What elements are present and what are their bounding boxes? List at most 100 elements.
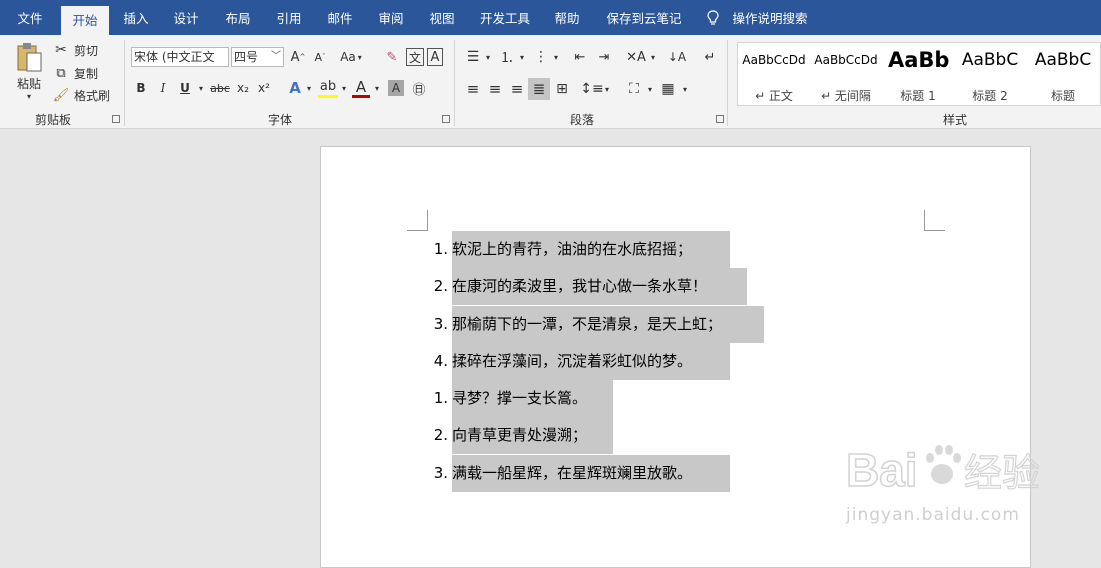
character-shading-icon[interactable]: A xyxy=(388,80,404,96)
margin-corner-mark xyxy=(407,210,428,231)
decrease-indent-icon[interactable]: ⇤ xyxy=(570,47,590,67)
numbering-icon[interactable]: ⒈ xyxy=(497,47,517,67)
paragraph-shading-icon[interactable]: ⛶ xyxy=(624,79,644,99)
character-border-icon[interactable]: A xyxy=(427,48,443,66)
align-left-icon[interactable]: ≡ xyxy=(463,79,483,99)
selected-text[interactable]: 揉碎在浮藻间，沉淀着彩虹似的梦。 xyxy=(452,343,730,380)
underline-button[interactable]: U xyxy=(177,79,193,97)
style-heading-1[interactable]: AaBb 标题 1 xyxy=(882,43,950,105)
style-name: ↵ 正文 xyxy=(755,89,793,103)
bold-button[interactable]: B xyxy=(133,79,149,97)
highlight-color-icon[interactable]: ab xyxy=(318,78,338,98)
list-number: 1. xyxy=(433,240,448,258)
copy-button[interactable]: 复制 xyxy=(72,64,100,82)
list-number: 2. xyxy=(433,277,448,295)
paste-dropdown-icon[interactable]: ▾ xyxy=(24,91,34,101)
styles-gallery[interactable]: AaBbCcDd ↵ 正文 AaBbCcDd ↵ 无间隔 AaBb 标题 1 A… xyxy=(737,42,1101,106)
style-normal[interactable]: AaBbCcDd ↵ 正文 xyxy=(738,43,810,105)
align-center-icon[interactable]: ≡ xyxy=(485,79,505,99)
tab-review[interactable]: 审阅 xyxy=(370,0,412,35)
tab-file[interactable]: 文件 xyxy=(5,0,55,35)
list-text: 向青草更青处漫溯； xyxy=(452,426,588,444)
style-title[interactable]: AaBbC 标题 xyxy=(1027,43,1099,105)
clipboard-launcher-icon[interactable] xyxy=(112,115,120,123)
tell-me-search[interactable]: 操作说明搜索 xyxy=(728,0,812,35)
text-effects-icon[interactable]: A xyxy=(286,78,304,98)
baidu-watermark-logo: Bai 经验 xyxy=(846,443,1041,497)
chevron-down-icon[interactable]: ▾ xyxy=(483,48,493,66)
chevron-down-icon[interactable]: ▾ xyxy=(304,79,314,97)
bullets-icon[interactable]: ☰ xyxy=(463,47,483,67)
shrink-font-icon[interactable]: Aˇ xyxy=(311,48,329,66)
paste-button[interactable]: 粘贴 xyxy=(12,75,46,91)
list-number: 1. xyxy=(433,389,448,407)
selected-text[interactable]: 软泥上的青荇，油油的在水底招摇； xyxy=(452,231,730,268)
justify-icon[interactable]: ≣ xyxy=(528,78,550,100)
selected-text[interactable]: 向青草更青处漫溯； xyxy=(452,417,613,454)
tab-mailings[interactable]: 邮件 xyxy=(319,0,361,35)
chinese-layout-icon[interactable]: ✕A xyxy=(625,47,647,67)
tab-references[interactable]: 引用 xyxy=(268,0,310,35)
chevron-down-icon[interactable]: ▾ xyxy=(680,80,690,98)
italic-button[interactable]: I xyxy=(155,79,171,97)
tab-insert[interactable]: 插入 xyxy=(115,0,157,35)
multilevel-list-icon[interactable]: ⋮ xyxy=(531,47,551,67)
list-text: 寻梦？撑一支长篙。 xyxy=(452,389,588,407)
tab-save-to-cloud-notes[interactable]: 保存到云笔记 xyxy=(600,0,688,35)
phonetic-guide-icon[interactable]: 文 xyxy=(406,48,424,66)
tab-help[interactable]: 帮助 xyxy=(546,0,588,35)
subscript-button[interactable]: x₂ xyxy=(234,79,252,97)
format-painter-icon: 🖌 xyxy=(52,87,70,103)
paste-icon[interactable] xyxy=(16,41,44,73)
font-color-icon[interactable]: A xyxy=(352,78,370,98)
cut-button[interactable]: 剪切 xyxy=(72,41,100,59)
chevron-down-icon[interactable]: ▾ xyxy=(517,48,527,66)
tab-developer[interactable]: 开发工具 xyxy=(473,0,537,35)
chevron-down-icon[interactable]: ▾ xyxy=(372,79,382,97)
show-formatting-marks-icon[interactable]: ↵ xyxy=(700,47,720,67)
chevron-down-icon[interactable]: ▾ xyxy=(648,48,658,66)
line-spacing-icon[interactable]: ↕≡ xyxy=(580,79,603,99)
selected-text[interactable]: 寻梦？撑一支长篙。 xyxy=(452,380,613,417)
list-text: 在康河的柔波里，我甘心做一条水草！ xyxy=(452,277,708,295)
align-right-icon[interactable]: ≡ xyxy=(507,79,527,99)
list-text: 软泥上的青荇，油油的在水底招摇； xyxy=(452,240,693,258)
sort-icon[interactable]: ↓A xyxy=(667,47,687,67)
paragraph-launcher-icon[interactable] xyxy=(716,115,724,123)
clear-formatting-icon[interactable]: ✎ xyxy=(382,48,402,66)
enclose-characters-icon[interactable]: ㊐ xyxy=(410,79,428,98)
grow-font-icon[interactable]: A ^ xyxy=(289,48,307,66)
group-divider xyxy=(454,40,455,126)
distributed-icon[interactable]: ⊞ xyxy=(552,79,572,99)
tab-home[interactable]: 开始 xyxy=(61,6,109,35)
selected-text[interactable]: 在康河的柔波里，我甘心做一条水草！ xyxy=(452,268,747,305)
tab-view[interactable]: 视图 xyxy=(421,0,463,35)
increase-indent-icon[interactable]: ⇥ xyxy=(594,47,614,67)
chevron-down-icon[interactable]: ▾ xyxy=(645,80,655,98)
list-number: 3. xyxy=(433,464,448,482)
selected-text[interactable]: 那榆荫下的一潭，不是清泉，是天上虹； xyxy=(452,306,764,343)
strikethrough-button[interactable]: abc xyxy=(209,79,231,97)
paragraph-group-label: 段落 xyxy=(569,113,594,127)
superscript-button[interactable]: x² xyxy=(255,79,273,97)
borders-icon[interactable]: ▦ xyxy=(658,79,678,99)
format-painter-button[interactable]: 格式刷 xyxy=(72,86,112,104)
list-text: 满载一船星辉，在星辉斑斓里放歌。 xyxy=(452,464,693,482)
font-size-combobox[interactable]: 四号 ﹀ xyxy=(231,47,284,67)
selected-text[interactable]: 满载一船星辉，在星辉斑斓里放歌。 xyxy=(452,455,730,492)
chevron-down-icon[interactable]: ▾ xyxy=(339,79,349,97)
tab-layout[interactable]: 布局 xyxy=(217,0,259,35)
font-name-combobox[interactable]: 宋体 (中文正文 xyxy=(131,47,229,67)
font-launcher-icon[interactable] xyxy=(442,115,450,123)
style-heading-2[interactable]: AaBbC 标题 2 xyxy=(954,43,1026,105)
style-sample: AaBbCcDd xyxy=(742,53,806,67)
chevron-down-icon[interactable]: ▾ xyxy=(551,48,561,66)
watermark-brand-suffix: 经验 xyxy=(964,451,1040,495)
underline-dropdown-icon[interactable]: ▾ xyxy=(196,79,206,97)
tab-design[interactable]: 设计 xyxy=(165,0,207,35)
style-no-spacing[interactable]: AaBbCcDd ↵ 无间隔 xyxy=(810,43,882,105)
paw-icon xyxy=(926,445,961,484)
change-case-icon[interactable]: Aa ▾ xyxy=(338,48,364,66)
style-sample: AaBbCcDd xyxy=(814,53,878,67)
chevron-down-icon[interactable]: ▾ xyxy=(602,80,612,98)
